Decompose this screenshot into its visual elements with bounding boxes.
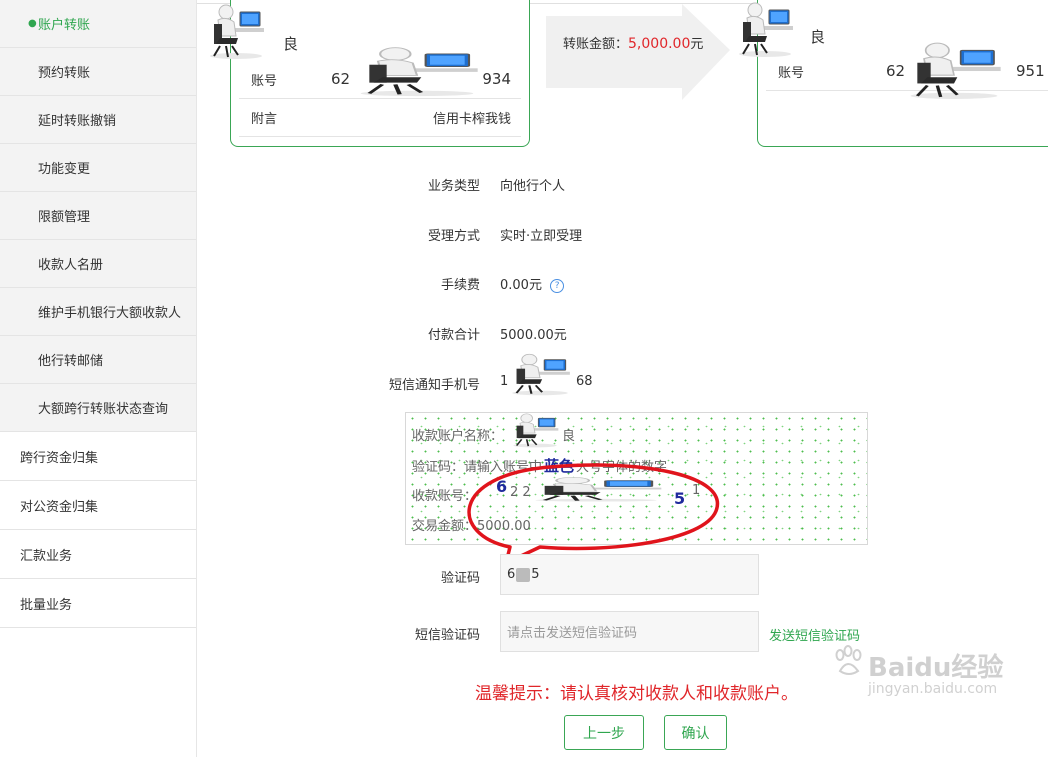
sidebar-item-label: 汇款业务 — [20, 548, 73, 564]
sidebar-item-large-status-query[interactable]: 大额跨行转账状态查询 — [0, 384, 196, 432]
sidebar-item-payee-list[interactable]: 收款人名册 — [0, 240, 196, 288]
sms-phone-suffix: 68 — [576, 374, 593, 389]
watermark-brand: Baidu经验 — [868, 653, 1004, 683]
sidebar-item-fund-collection[interactable]: 跨行资金归集 — [0, 432, 196, 481]
sidebar-item-remittance[interactable]: 汇款业务 — [0, 530, 196, 579]
payer-memo-label: 附言 — [251, 111, 278, 127]
payee-name: 良 — [810, 28, 826, 46]
transfer-amount: 转账金额：5,000.00元 — [563, 33, 703, 52]
sidebar-item-label: 功能变更 — [38, 162, 91, 177]
payee-account-prefix: 62 — [886, 62, 906, 80]
payer-account-suffix: 934 — [482, 70, 511, 88]
payee-account-suffix: 951 — [1016, 62, 1045, 80]
sidebar-item-to-postal[interactable]: 他行转邮储 — [0, 336, 196, 384]
payer-account-label: 账号 — [251, 73, 278, 89]
sms-code-label: 短信验证码 — [414, 628, 480, 643]
sidebar-item-account-transfer[interactable]: ● 账户转账 — [0, 0, 196, 48]
business-type-value: 向他行个人 — [500, 179, 566, 194]
transfer-arrow-icon — [546, 4, 730, 100]
sms-code-placeholder: 请点击发送短信验证码 — [507, 626, 638, 641]
sidebar-item-label: 他行转邮储 — [38, 354, 104, 369]
payer-memo-value: 信用卡榨我钱 — [432, 111, 511, 127]
sidebar-item-label: 延时转账撤销 — [38, 114, 117, 129]
paw-icon — [835, 645, 862, 675]
payee-account-label: 账号 — [778, 65, 805, 81]
payee-account-redaction-image — [909, 41, 1003, 100]
method-value: 实时·立即受理 — [500, 229, 583, 244]
transfer-amount-unit: 元 — [690, 37, 704, 52]
sidebar-item-scheduled-transfer[interactable]: 预约转账 — [0, 48, 196, 96]
payee-card: 良 账号 62 951 — [757, 0, 1048, 147]
sidebar-item-label: 对公资金归集 — [20, 499, 99, 515]
transfer-amount-value: 5,000.00 — [628, 36, 691, 52]
info-payee-name-row: 收款账户名称： 良 — [412, 425, 575, 444]
sidebar-item-label: 收款人名册 — [38, 258, 104, 273]
total-value: 5000.00元 — [500, 328, 567, 343]
payee-avatar-image — [738, 2, 794, 58]
sidebar-item-delayed-cancel[interactable]: 延时转账撤销 — [0, 96, 196, 144]
sidebar-item-label: 限额管理 — [38, 210, 91, 225]
payer-name: 良 — [283, 35, 299, 53]
sms-code-input[interactable]: 请点击发送短信验证码 — [500, 611, 759, 652]
info-payee-name-suffix: 良 — [562, 429, 576, 444]
fee-label: 手续费 — [440, 278, 480, 293]
sms-phone-label: 短信通知手机号 — [388, 378, 480, 393]
phone-redaction-image — [511, 353, 571, 396]
fee-value: 0.00元 — [500, 278, 542, 293]
captcha-label: 验证码 — [440, 571, 480, 586]
active-dot-icon: ● — [28, 18, 37, 29]
payer-memo-row: 附言 信用卡榨我钱 — [239, 98, 521, 137]
sidebar-item-label: 预约转账 — [38, 66, 91, 81]
watermark-url: jingyan.baidu.com — [868, 681, 998, 697]
captcha-suffix: 5 — [531, 567, 540, 582]
captcha-input[interactable]: 6 5 — [500, 554, 759, 595]
sidebar-item-label: 批量业务 — [20, 597, 73, 613]
business-type-label: 业务类型 — [427, 179, 480, 194]
info-name-redaction-image — [512, 413, 560, 448]
previous-step-button[interactable]: 上一步 — [564, 715, 644, 750]
captcha-redaction-icon — [516, 567, 531, 582]
transfer-amount-label: 转账金额： — [563, 37, 629, 52]
payer-account-prefix: 62 — [331, 70, 351, 88]
sidebar-item-label: 跨行资金归集 — [20, 450, 99, 466]
confirm-button[interactable]: 确认 — [664, 715, 727, 750]
info-payee-name-label: 收款账户名称： — [412, 429, 504, 444]
total-label: 付款合计 — [427, 328, 480, 343]
method-label: 受理方式 — [427, 229, 480, 244]
sidebar-item-label: 大额跨行转账状态查询 — [38, 402, 169, 417]
sidebar-item-batch[interactable]: 批量业务 — [0, 579, 196, 628]
sidebar-item-mobile-large-payee[interactable]: 维护手机银行大额收款人 — [0, 288, 196, 336]
help-icon[interactable]: ? — [550, 279, 565, 293]
captcha-prefix: 6 — [507, 567, 516, 582]
sidebar: ● 账户转账 预约转账 延时转账撤销 功能变更 限额管理 收款人名册 维护手机银… — [0, 0, 197, 757]
sidebar-item-label: 账户转账 — [38, 18, 91, 33]
sidebar-item-function-change[interactable]: 功能变更 — [0, 144, 196, 192]
send-sms-code-link[interactable]: 发送短信验证码 — [769, 625, 860, 644]
payer-account-redaction-image — [352, 45, 482, 97]
sidebar-item-corporate-collection[interactable]: 对公资金归集 — [0, 481, 196, 530]
payer-avatar-image — [209, 4, 265, 60]
sidebar-item-limit-management[interactable]: 限额管理 — [0, 192, 196, 240]
warm-tip: 温馨提示：请认真核对收款人和收款账户。 — [475, 684, 798, 704]
fee-value-row: 0.00元 ? — [500, 274, 565, 293]
sidebar-item-label: 维护手机银行大额收款人 — [38, 306, 182, 321]
